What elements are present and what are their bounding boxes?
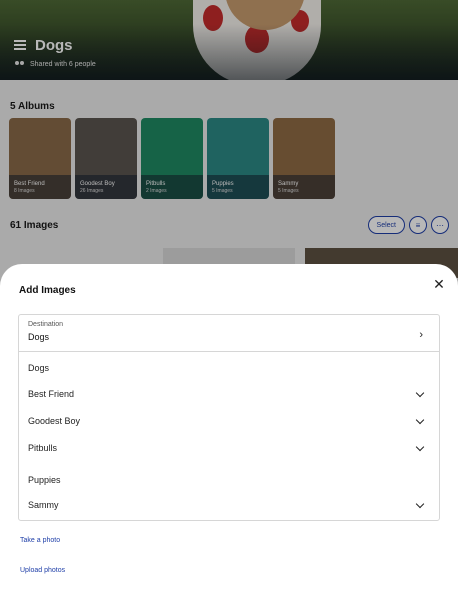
destination-label: Destination: [28, 321, 64, 328]
destination-value: Dogs: [28, 332, 50, 342]
destination-option[interactable]: Goodest Boy: [19, 409, 439, 435]
sheet-title: Add Images: [19, 285, 76, 296]
chevron-down-icon[interactable]: [415, 415, 425, 425]
option-label: Sammy: [28, 500, 59, 510]
option-label: Best Friend: [28, 389, 75, 399]
chevron-down-icon[interactable]: [415, 499, 425, 509]
destination-option[interactable]: Pitbulls: [19, 436, 439, 462]
option-label: Goodest Boy: [28, 416, 81, 426]
close-icon[interactable]: ✕: [432, 277, 446, 291]
take-photo-link[interactable]: Take a photo: [20, 537, 60, 544]
option-label: Pitbulls: [28, 443, 58, 453]
chevron-down-icon[interactable]: [415, 442, 425, 452]
add-images-sheet: Add Images ✕ Destination Dogs › Dogs Bes…: [0, 264, 458, 600]
chevron-down-icon[interactable]: [415, 388, 425, 398]
destination-option[interactable]: Best Friend: [19, 382, 439, 408]
destination-option[interactable]: Puppies: [19, 468, 439, 494]
destination-select[interactable]: Destination Dogs ›: [19, 315, 439, 352]
option-label: Puppies: [28, 475, 61, 485]
destination-picker: Destination Dogs › Dogs Best Friend Good…: [18, 314, 440, 521]
option-label: Dogs: [28, 363, 50, 373]
upload-photos-link[interactable]: Upload photos: [20, 567, 65, 574]
destination-option[interactable]: Sammy: [19, 493, 439, 519]
chevron-right-icon: ›: [419, 329, 423, 341]
destination-option[interactable]: Dogs: [19, 356, 439, 382]
